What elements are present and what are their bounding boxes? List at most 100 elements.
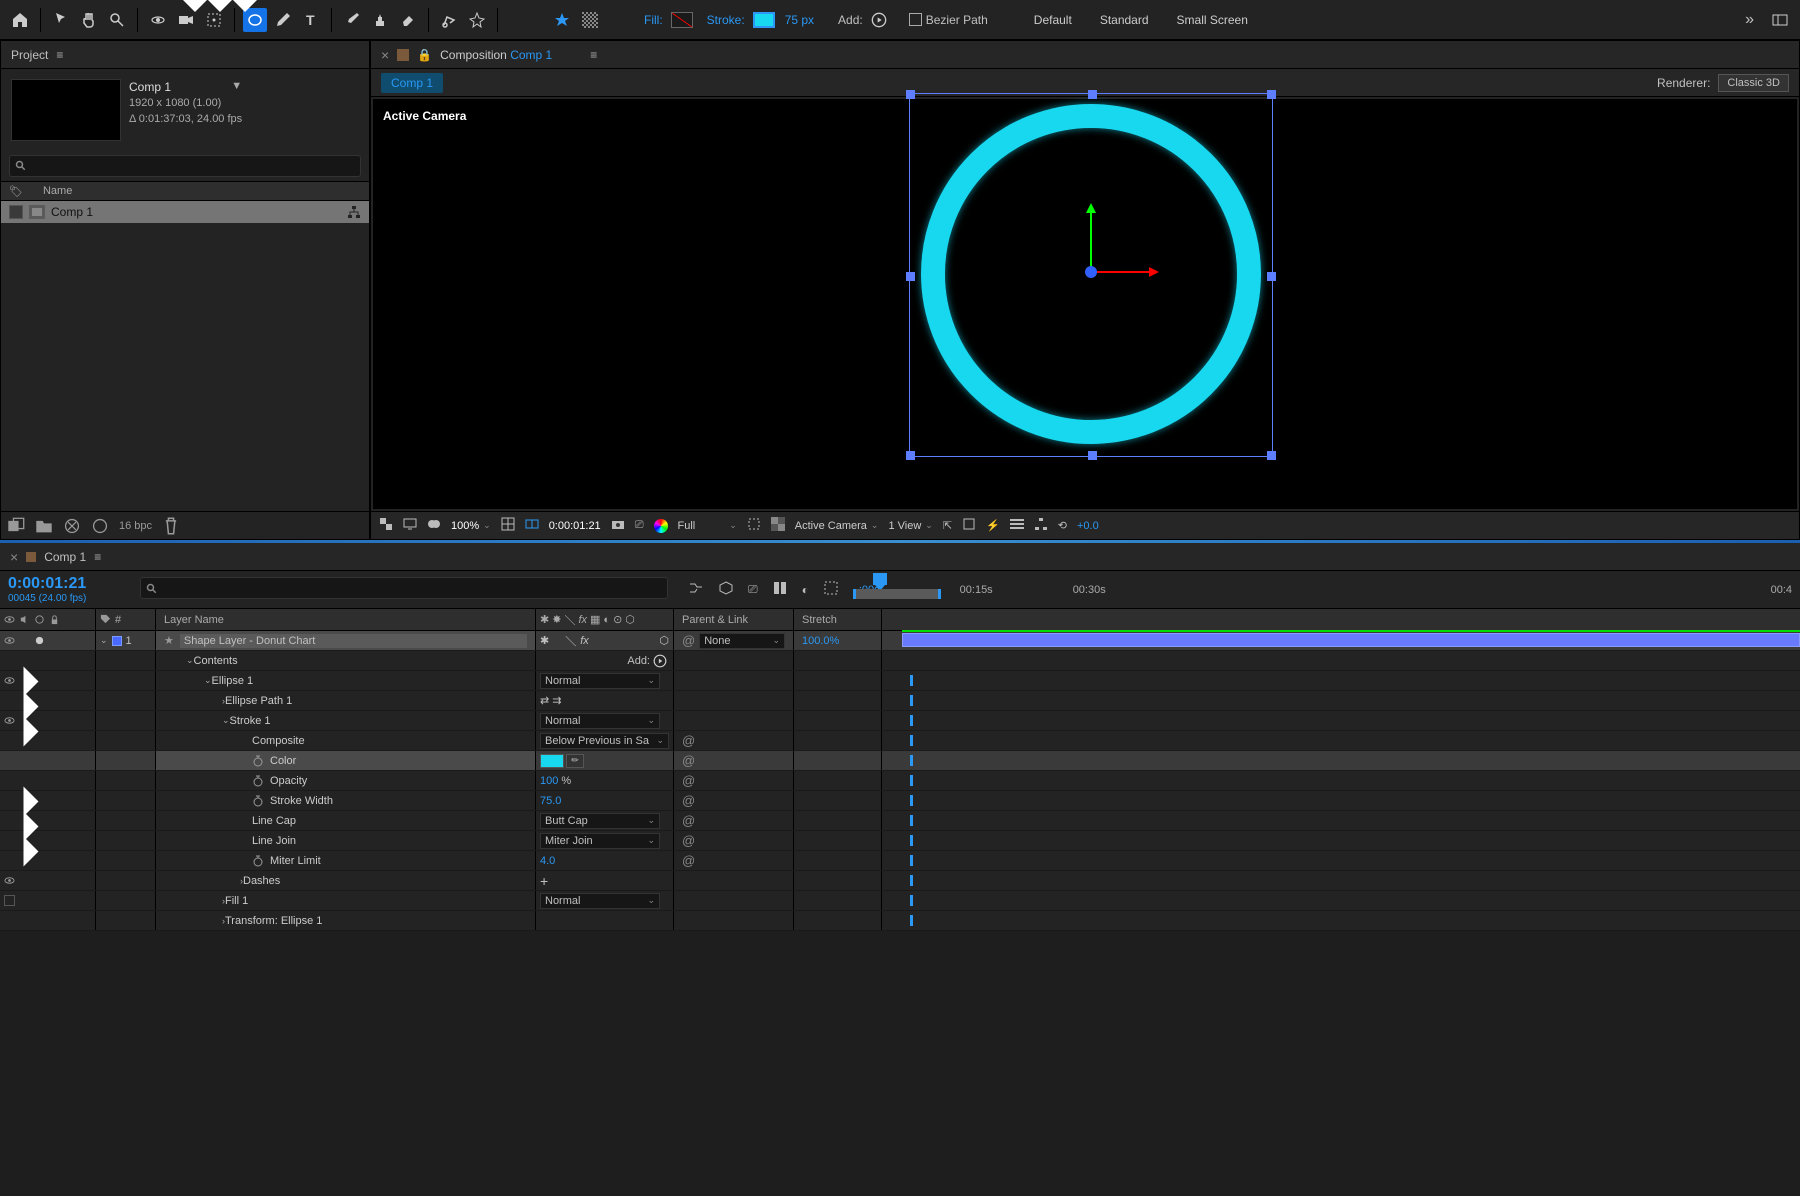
bezier-checkbox[interactable]: Bezier Path xyxy=(909,13,988,27)
breadcrumb[interactable]: Composition Comp 1 xyxy=(440,48,552,62)
hand-tool-icon[interactable] xyxy=(77,8,101,32)
workspace-standard[interactable]: Standard xyxy=(1088,9,1161,31)
frame-blend-icon[interactable] xyxy=(772,580,788,599)
work-area[interactable] xyxy=(853,589,941,599)
color-value-swatch[interactable] xyxy=(540,754,564,768)
layer-name-col[interactable]: Layer Name xyxy=(164,614,224,626)
bpc-value[interactable]: 16 bpc xyxy=(119,520,152,532)
current-time[interactable]: 0:00:01:21 xyxy=(549,520,601,532)
roto-brush-tool-icon[interactable] xyxy=(437,8,461,32)
stroke-width-value[interactable]: 75.0 xyxy=(540,795,561,807)
layer-label-color[interactable] xyxy=(112,636,122,646)
pen-tool-icon[interactable] xyxy=(271,8,295,32)
snap-star-icon[interactable] xyxy=(550,8,574,32)
safe-zones-icon[interactable] xyxy=(501,517,515,534)
comp-thumbnail[interactable] xyxy=(11,79,121,141)
timeline-frame-info[interactable]: 00045 (24.00 fps) xyxy=(8,593,124,604)
project-panel-menu-icon[interactable]: ≡ xyxy=(56,48,63,62)
tag-icon[interactable]: 🏷 xyxy=(9,185,23,198)
color-depth-icon[interactable] xyxy=(91,517,109,535)
speaker-col-icon[interactable] xyxy=(19,614,30,625)
home-icon[interactable] xyxy=(8,8,32,32)
renderer-button[interactable]: Classic 3D xyxy=(1718,74,1789,92)
type-tool-icon[interactable]: T xyxy=(299,8,323,32)
workspace-small-screen[interactable]: Small Screen xyxy=(1165,9,1260,31)
timeline-tab-name[interactable]: Comp 1 xyxy=(44,550,86,564)
line-cap-dropdown[interactable]: Butt Cap⌄ xyxy=(540,813,660,829)
name-column[interactable]: Name xyxy=(43,185,72,197)
puppet-tool-icon[interactable] xyxy=(465,8,489,32)
blend-mode-dropdown[interactable]: Normal⌄ xyxy=(540,893,660,909)
stretch-col[interactable]: Stretch xyxy=(802,614,837,626)
solo-toggle[interactable] xyxy=(34,635,45,646)
eyedropper-icon[interactable]: ✏ xyxy=(566,754,584,768)
blend-mode-dropdown[interactable]: Normal⌄ xyxy=(540,713,660,729)
switches-icon[interactable]: ⊙ xyxy=(613,613,622,626)
miter-limit-value[interactable]: 4.0 xyxy=(540,855,555,867)
motion-blur-icon[interactable]: ◐ xyxy=(802,583,809,597)
stopwatch-icon[interactable] xyxy=(252,775,264,787)
timeline-search-input[interactable] xyxy=(140,577,668,599)
close-tab-icon[interactable]: × xyxy=(381,47,389,63)
timeline-timecode[interactable]: 0:00:01:21 xyxy=(8,575,124,593)
switches-icon[interactable]: ＼ xyxy=(564,612,575,628)
pickwhip-icon[interactable]: @ xyxy=(682,633,695,648)
timeline-icon[interactable] xyxy=(1010,517,1024,534)
switches-icon[interactable]: ⬡ xyxy=(625,613,635,626)
roi-icon[interactable] xyxy=(747,517,761,534)
timeline-ruler[interactable]: :00s 00:15s 00:30s 00:4 xyxy=(851,571,1800,608)
mask-icon[interactable] xyxy=(427,517,441,534)
channel-icon[interactable] xyxy=(654,519,668,533)
expression-pickwhip-icon[interactable]: @ xyxy=(682,793,695,808)
clone-stamp-tool-icon[interactable] xyxy=(368,8,392,32)
fast-preview-icon[interactable]: ⚡ xyxy=(986,519,1000,532)
stroke-width-value[interactable]: 75 px xyxy=(785,13,814,27)
layer-duration-bar[interactable] xyxy=(902,633,1800,647)
visibility-toggle[interactable] xyxy=(4,875,15,886)
comp-flowchart-chip[interactable]: Comp 1 xyxy=(381,73,443,93)
view-dropdown[interactable]: 1 View ⌄ xyxy=(888,520,932,532)
share-view-icon[interactable]: ⇱ xyxy=(943,519,952,532)
snapshot-icon[interactable] xyxy=(611,517,625,534)
axis-y[interactable] xyxy=(1090,211,1092,271)
reset-exposure-icon[interactable]: ⟲ xyxy=(1058,519,1067,532)
timeline-menu-icon[interactable]: ≡ xyxy=(94,550,101,564)
exposure-value[interactable]: +0.0 xyxy=(1077,520,1099,532)
expression-pickwhip-icon[interactable]: @ xyxy=(682,733,695,748)
visibility-toggle[interactable] xyxy=(4,715,15,726)
comp-flowchart-icon[interactable] xyxy=(1034,517,1048,534)
lock-icon[interactable]: 🔒 xyxy=(417,48,432,62)
project-item[interactable]: Comp 1 xyxy=(1,201,369,223)
parent-col[interactable]: Parent & Link xyxy=(682,614,748,626)
new-folder-icon[interactable] xyxy=(35,517,53,535)
stroke-swatch[interactable] xyxy=(753,12,775,28)
selection-tool-icon[interactable] xyxy=(49,8,73,32)
brush-tool-icon[interactable] xyxy=(340,8,364,32)
playhead[interactable] xyxy=(873,573,887,585)
panel-search-icon[interactable] xyxy=(1768,8,1792,32)
stopwatch-icon[interactable] xyxy=(252,795,264,807)
snap-grid-icon[interactable] xyxy=(578,8,602,32)
zoom-dropdown[interactable]: 100% ⌄ xyxy=(451,520,491,532)
composite-dropdown[interactable]: Below Previous in Sa⌄ xyxy=(540,733,669,749)
zoom-tool-icon[interactable] xyxy=(105,8,129,32)
expression-pickwhip-icon[interactable]: @ xyxy=(682,753,695,768)
visibility-toggle[interactable] xyxy=(4,675,15,686)
path-direction-icon[interactable]: ⇄ xyxy=(540,694,549,707)
solo-col-icon[interactable] xyxy=(34,614,45,625)
show-snapshot-icon[interactable]: ⎚ xyxy=(635,519,644,532)
new-comp-icon[interactable] xyxy=(63,517,81,535)
switches-icon[interactable]: ▦ xyxy=(590,613,600,626)
stretch-value[interactable]: 100.0% xyxy=(802,635,839,647)
expression-pickwhip-icon[interactable]: @ xyxy=(682,853,695,868)
alpha-icon[interactable] xyxy=(379,517,393,534)
eraser-tool-icon[interactable] xyxy=(396,8,420,32)
lock-col-icon[interactable] xyxy=(49,614,60,625)
workspace-default[interactable]: Default xyxy=(1022,9,1084,31)
opacity-value[interactable]: 100 xyxy=(540,775,558,787)
blend-mode-dropdown[interactable]: Normal⌄ xyxy=(540,673,660,689)
project-search-input[interactable] xyxy=(9,155,361,177)
switches-icon[interactable]: ✸ xyxy=(552,613,561,626)
flowchart-icon[interactable] xyxy=(347,205,361,219)
axis-x[interactable] xyxy=(1091,271,1151,273)
